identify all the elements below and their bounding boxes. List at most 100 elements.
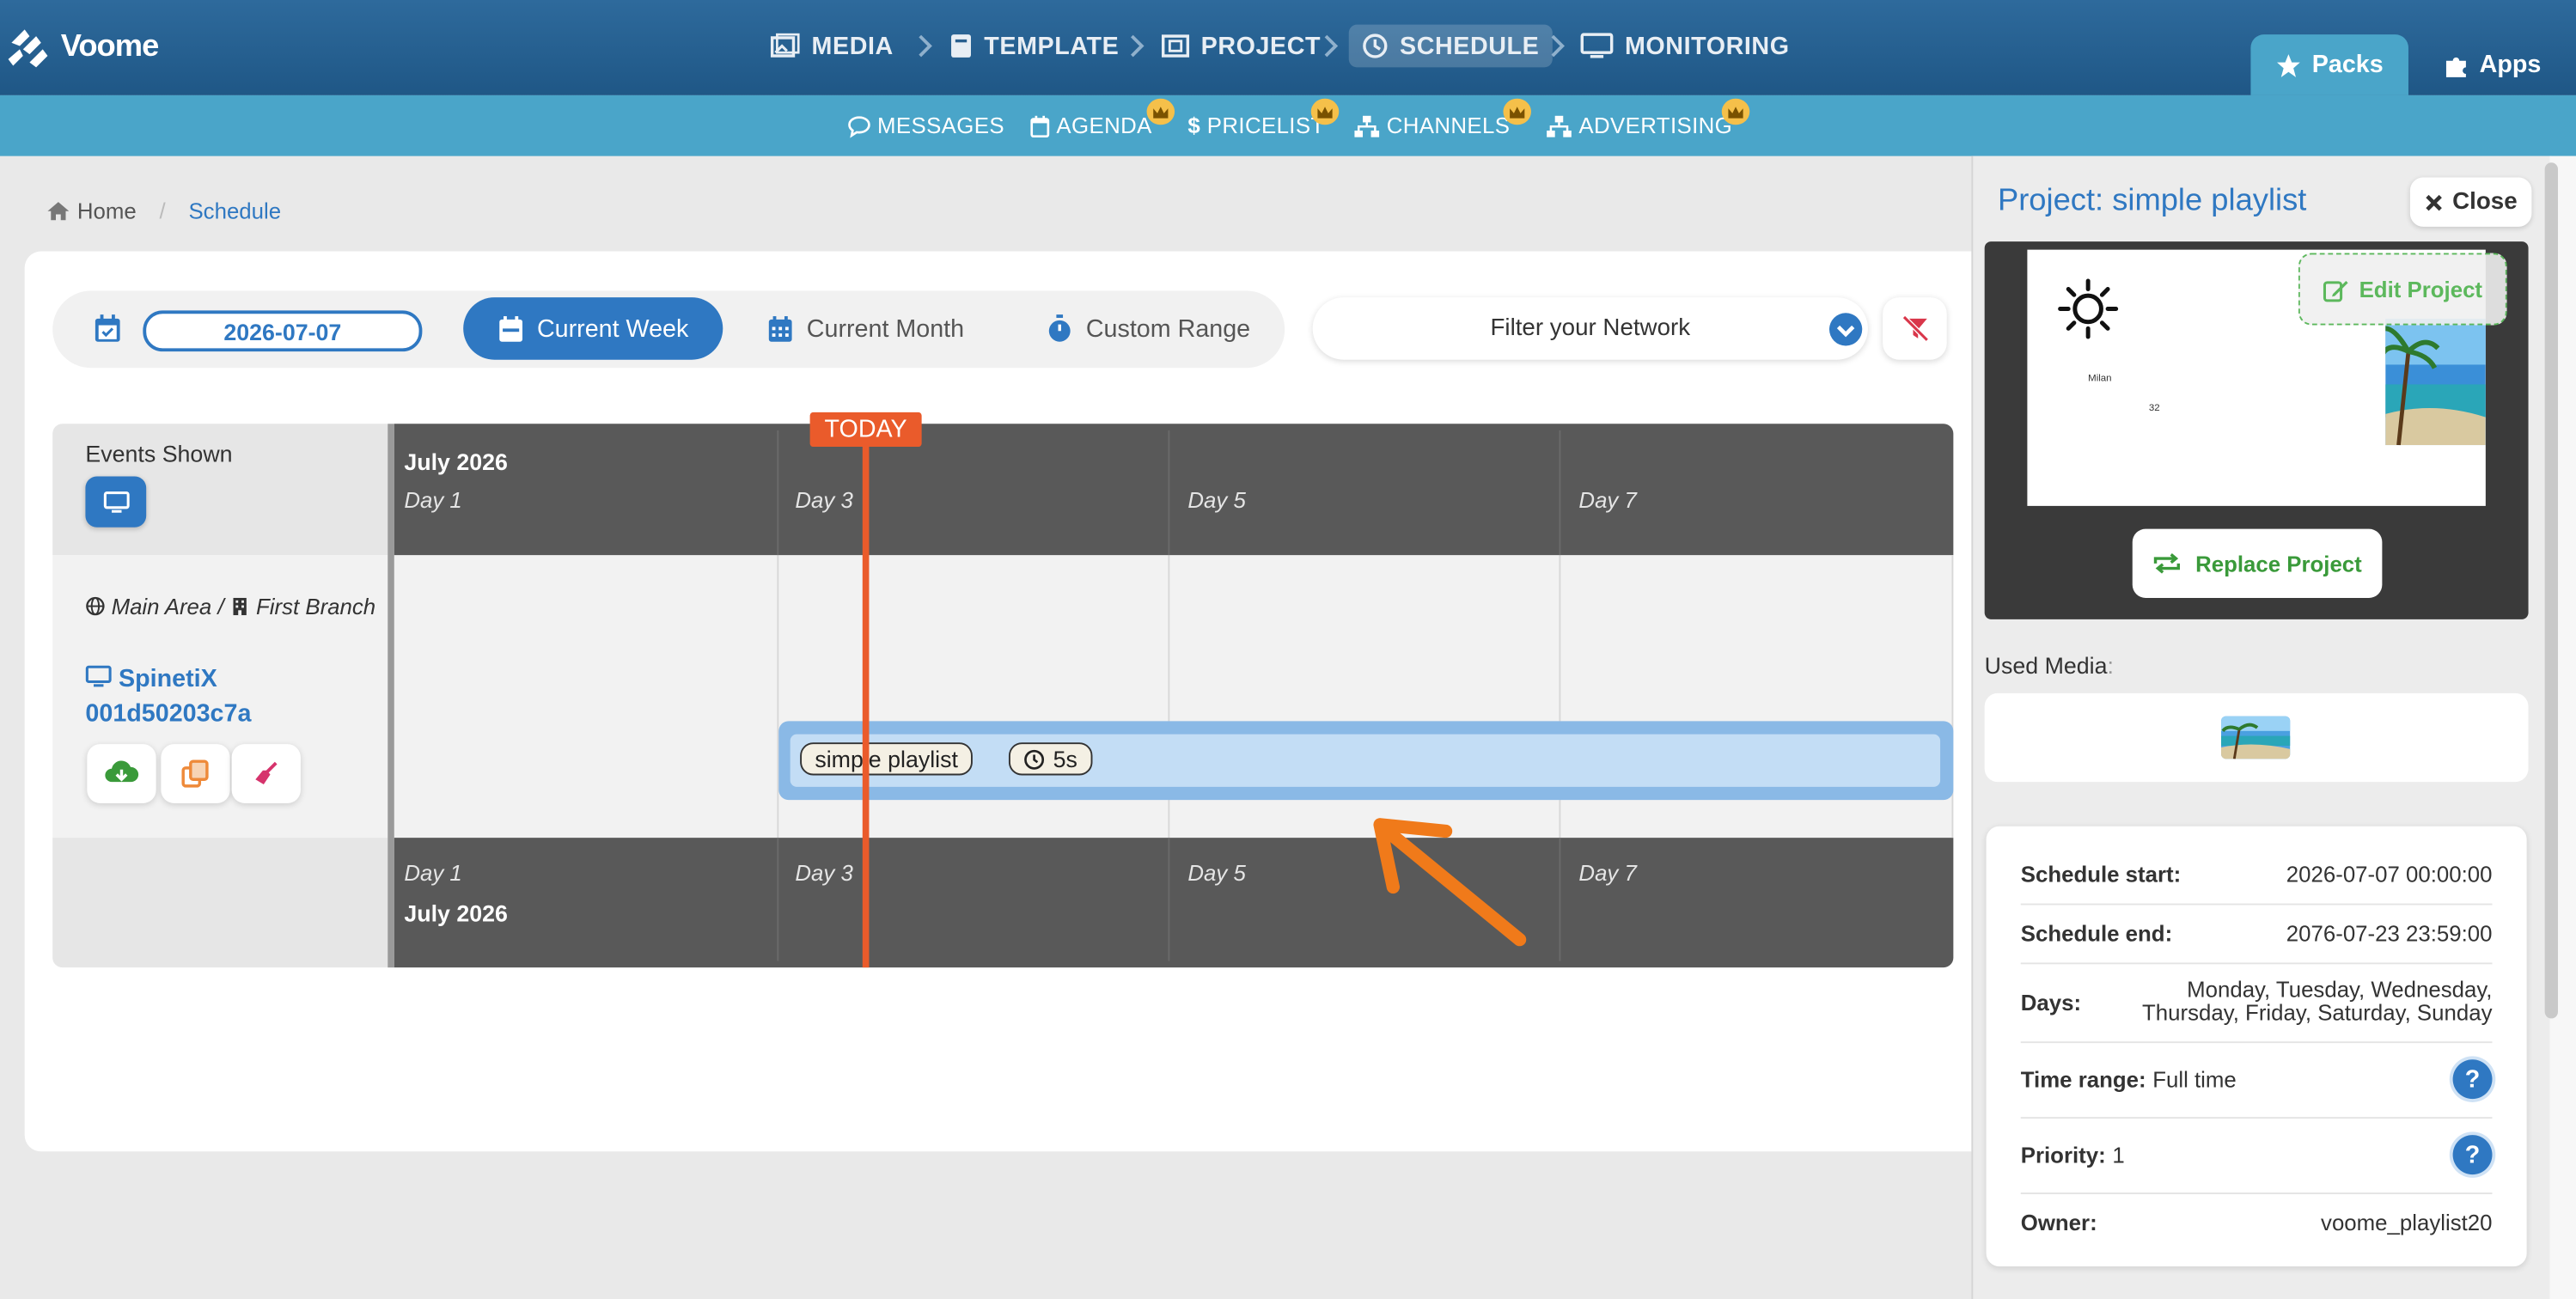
calendar-icon <box>1030 114 1050 137</box>
preview-city: Milan <box>2088 374 2112 385</box>
calendar-week-icon <box>498 315 522 341</box>
logo-text: Voome <box>60 29 160 64</box>
owner-label: Owner: <box>2020 1210 2097 1235</box>
nav-media[interactable]: MEDIA <box>770 25 894 68</box>
copy-button[interactable] <box>161 744 230 803</box>
day-label: Day 3 <box>795 487 853 513</box>
book-icon <box>951 34 971 58</box>
day-label: Day 5 <box>1187 860 1246 886</box>
breadcrumb-home[interactable]: Home <box>77 198 137 223</box>
month-label-bottom: July 2026 <box>404 900 508 927</box>
event-name: simple playlist <box>815 746 958 772</box>
subnav-advertising-label: ADVERTISING <box>1578 113 1733 138</box>
building-icon <box>233 597 247 616</box>
subnav-advertising[interactable]: ADVERTISING <box>1546 112 1732 140</box>
breadcrumb-separator: / <box>159 198 166 224</box>
nav-project-label: PROJECT <box>1200 32 1322 60</box>
device-id: 001d50203c7a <box>85 699 252 729</box>
monitor-icon <box>85 665 112 687</box>
subnav-pricelist[interactable]: $ PRICELIST <box>1187 112 1324 140</box>
tab-apps[interactable]: Apps <box>2418 34 2566 95</box>
preview-temperature: 32 <box>2148 404 2160 414</box>
monitor-icon <box>102 491 129 512</box>
clear-filter-button[interactable] <box>1883 297 1947 360</box>
day-divider <box>1168 838 1170 961</box>
puzzle-icon <box>2446 56 2467 76</box>
device-link[interactable]: SpinetiX 001d50203c7a <box>85 662 381 731</box>
breadcrumb-current: Schedule <box>188 198 282 224</box>
events-shown-label: Events Shown <box>85 440 233 467</box>
date-picker-input[interactable]: 2026-07-07 <box>143 310 423 352</box>
star-icon <box>2277 53 2301 76</box>
chat-icon <box>848 115 870 137</box>
edit-icon <box>2323 279 2348 302</box>
days-label: Days: <box>2020 989 2082 1015</box>
subnav-channels[interactable]: CHANNELS <box>1353 112 1510 140</box>
subnav-channels-label: CHANNELS <box>1386 113 1511 138</box>
schedule-start-row: Schedule start: 2026-07-07 00:00:00 <box>2020 846 2493 906</box>
today-label: TODAY <box>809 412 922 448</box>
edit-project-button[interactable]: Edit Project <box>2298 253 2507 326</box>
display-events-toggle[interactable] <box>85 476 147 528</box>
nav-project[interactable]: PROJECT <box>1161 25 1322 68</box>
schedule-start-label: Schedule start: <box>2020 862 2182 887</box>
subnav-messages[interactable]: MESSAGES <box>848 112 1004 140</box>
replace-project-button[interactable]: Replace Project <box>2132 528 2383 598</box>
close-label: Close <box>2452 188 2518 216</box>
sitemap-icon <box>1354 114 1380 137</box>
premium-crown-icon <box>1310 98 1340 125</box>
location-area: Main Area <box>111 595 212 619</box>
device-location: Main Area / First Branch <box>85 591 381 624</box>
chevron-right-icon <box>1551 34 1566 58</box>
voome-logo[interactable]: Voome <box>7 20 171 76</box>
network-filter-select[interactable]: Filter your Network <box>1312 297 1868 360</box>
days-value-line1: Monday, Tuesday, Wednesday, <box>2187 977 2493 1003</box>
custom-range-button[interactable]: Custom Range <box>1047 297 1250 360</box>
schedule-start-value: 2026-07-07 00:00:00 <box>2286 862 2493 887</box>
used-media-colon: : <box>2107 652 2114 679</box>
owner-value: voome_playlist20 <box>2321 1210 2493 1235</box>
tab-apps-label: Apps <box>2479 51 2542 79</box>
days-value-line2: Thursday, Friday, Saturday, Sunday <box>2142 1000 2493 1026</box>
nav-media-label: MEDIA <box>811 32 894 60</box>
panel-title: Project: simple playlist <box>1997 184 2307 219</box>
nav-template[interactable]: TEMPLATE <box>949 25 1119 68</box>
priority-label: Priority: <box>2020 1142 2106 1168</box>
nav-schedule[interactable]: SCHEDULE <box>1348 24 1553 68</box>
tab-packs[interactable]: Packs <box>2250 34 2408 95</box>
schedule-end-row: Schedule end: 2076-07-23 23:59:00 <box>2020 904 2493 965</box>
close-icon <box>2425 193 2442 210</box>
panel-scrollbar-thumb[interactable] <box>2544 162 2558 1019</box>
owner-row: Owner: voome_playlist20 <box>2021 1192 2493 1252</box>
timeline-footer-left <box>52 838 388 968</box>
download-button[interactable] <box>87 744 156 803</box>
current-month-button[interactable]: Current Month <box>767 297 964 360</box>
stopwatch-icon <box>1048 314 1071 342</box>
close-panel-button[interactable]: Close <box>2409 177 2532 227</box>
priority-value: 1 <box>2112 1142 2125 1168</box>
question-icon[interactable]: ? <box>2452 1059 2493 1100</box>
home-icon <box>47 202 70 221</box>
day-divider <box>777 838 779 961</box>
day-label: Day 7 <box>1578 860 1637 886</box>
calendar-check-icon[interactable] <box>94 314 122 343</box>
question-icon[interactable]: ? <box>2452 1135 2493 1175</box>
current-week-label: Current Week <box>536 314 689 343</box>
event-name-chip[interactable]: simple playlist <box>800 742 974 776</box>
current-week-button[interactable]: Current Week <box>463 297 723 360</box>
subnav-agenda[interactable]: AGENDA <box>1030 112 1152 140</box>
time-range-row: Time range: Full time <box>2020 1041 2493 1119</box>
media-thumbnail-image[interactable] <box>2221 716 2291 759</box>
premium-crown-icon <box>1721 98 1750 125</box>
event-duration-chip: 5s <box>1008 742 1093 776</box>
current-month-label: Current Month <box>806 314 965 343</box>
clear-schedule-button[interactable] <box>231 744 301 803</box>
day-divider <box>777 430 779 556</box>
nav-monitoring[interactable]: MONITORING <box>1580 25 1789 68</box>
sitemap-icon <box>1547 114 1572 137</box>
breadcrumb: Home / Schedule <box>46 198 282 223</box>
event-duration: 5s <box>1053 746 1077 772</box>
days-value: Monday, Tuesday, Wednesday, Thursday, Fr… <box>2142 979 2492 1026</box>
project-icon <box>1161 34 1190 58</box>
monitor-icon <box>1580 33 1614 58</box>
